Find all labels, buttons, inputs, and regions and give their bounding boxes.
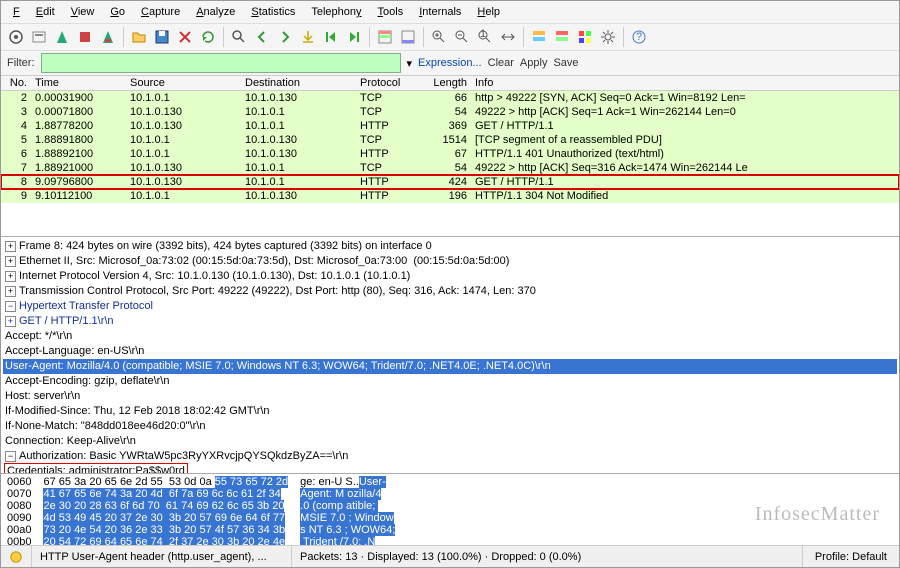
start-icon[interactable]: [51, 26, 73, 48]
col-protocol[interactable]: Protocol: [356, 76, 416, 90]
tree-ethernet[interactable]: +Ethernet II, Src: Microsof_0a:73:02 (00…: [3, 254, 897, 269]
status-packets: Packets: 13 · Displayed: 13 (100.0%) · D…: [292, 546, 803, 567]
interfaces-icon[interactable]: [5, 26, 27, 48]
menu-capture[interactable]: Capture: [133, 3, 188, 21]
restart-icon[interactable]: [97, 26, 119, 48]
table-row[interactable]: 41.8877820010.1.0.13010.1.0.1HTTP369GET …: [1, 119, 899, 133]
table-row[interactable]: 99.1011210010.1.0.110.1.0.130HTTP196HTTP…: [1, 189, 899, 203]
tree-tcp[interactable]: +Transmission Control Protocol, Src Port…: [3, 284, 897, 299]
packet-list-header: No. Time Source Destination Protocol Len…: [1, 76, 899, 91]
expand-icon[interactable]: +: [5, 256, 16, 267]
col-no[interactable]: No.: [1, 76, 31, 90]
packet-details[interactable]: +Frame 8: 424 bytes on wire (3392 bits),…: [1, 236, 899, 473]
tree-user-agent[interactable]: User-Agent: Mozilla/4.0 (compatible; MSI…: [3, 359, 897, 374]
expand-icon[interactable]: +: [5, 271, 16, 282]
stop-icon[interactable]: [74, 26, 96, 48]
tree-http[interactable]: −Hypertext Transfer Protocol: [3, 299, 897, 314]
jump-icon[interactable]: [297, 26, 319, 48]
menu-statistics[interactable]: Statistics: [243, 3, 303, 21]
open-icon[interactable]: [128, 26, 150, 48]
menu-file[interactable]: F: [5, 3, 28, 21]
tree-get[interactable]: +GET / HTTP/1.1\r\n: [3, 314, 897, 329]
expand-icon[interactable]: +: [5, 241, 16, 252]
table-row[interactable]: 71.8892100010.1.0.13010.1.0.1TCP5449222 …: [1, 161, 899, 175]
filter-dropdown-icon[interactable]: ▾: [407, 57, 413, 70]
help-icon[interactable]: ?: [628, 26, 650, 48]
expand-icon[interactable]: +: [5, 286, 16, 297]
status-profile[interactable]: Profile: Default: [803, 551, 899, 563]
tree-host[interactable]: Host: server\r\n: [3, 389, 897, 404]
reload-icon[interactable]: [197, 26, 219, 48]
table-row[interactable]: 20.0003190010.1.0.110.1.0.130TCP66http >…: [1, 91, 899, 105]
collapse-icon[interactable]: −: [5, 301, 16, 312]
menu-tools[interactable]: Tools: [370, 3, 412, 21]
tree-if-none-match[interactable]: If-None-Match: "848dd018ee46d20:0"\r\n: [3, 419, 897, 434]
status-field: HTTP User-Agent header (http.user_agent)…: [32, 546, 292, 567]
menu-help[interactable]: Help: [469, 3, 508, 21]
menu-bar: F Edit View Go Capture Analyze Statistic…: [1, 1, 899, 24]
tree-accept[interactable]: Accept: */*\r\n: [3, 329, 897, 344]
save-button[interactable]: Save: [553, 57, 578, 69]
zoom-reset-icon[interactable]: 1: [474, 26, 496, 48]
back-icon[interactable]: [251, 26, 273, 48]
find-icon[interactable]: [228, 26, 250, 48]
tree-ip[interactable]: +Internet Protocol Version 4, Src: 10.1.…: [3, 269, 897, 284]
goto-last-icon[interactable]: [343, 26, 365, 48]
goto-first-icon[interactable]: [320, 26, 342, 48]
autoscroll-icon[interactable]: [397, 26, 419, 48]
close-icon[interactable]: [174, 26, 196, 48]
hex-ascii: ge: en-U S..User- Agent: M ozilla/4 .0 (…: [294, 474, 401, 545]
svg-text:1: 1: [480, 29, 486, 40]
col-destination[interactable]: Destination: [241, 76, 356, 90]
menu-telephony[interactable]: Telephony: [303, 3, 369, 21]
clear-button[interactable]: Clear: [488, 57, 514, 69]
coloring-rules-icon[interactable]: [574, 26, 596, 48]
table-row[interactable]: 30.0007180010.1.0.13010.1.0.1TCP5449222 …: [1, 105, 899, 119]
menu-view[interactable]: View: [63, 3, 103, 21]
forward-icon[interactable]: [274, 26, 296, 48]
prefs-icon[interactable]: [597, 26, 619, 48]
col-length[interactable]: Length: [416, 76, 471, 90]
svg-text:?: ?: [636, 31, 642, 43]
status-icon[interactable]: [1, 546, 32, 567]
table-row[interactable]: 89.0979680010.1.0.13010.1.0.1HTTP424GET …: [1, 175, 899, 189]
filter-label: Filter:: [7, 57, 35, 69]
hex-bytes: 67 65 3a 20 65 6e 2d 55 53 0d 0a 55 73 6…: [37, 474, 294, 545]
filter-bar: Filter: ▾ Expression... Clear Apply Save: [1, 51, 899, 76]
displayfilters-icon[interactable]: [551, 26, 573, 48]
save-icon[interactable]: [151, 26, 173, 48]
apply-button[interactable]: Apply: [520, 57, 548, 69]
resize-cols-icon[interactable]: [497, 26, 519, 48]
hex-offsets: 0060 0070 0080 0090 00a0 00b0: [1, 474, 37, 545]
tree-frame[interactable]: +Frame 8: 424 bytes on wire (3392 bits),…: [3, 239, 897, 254]
packet-list[interactable]: No. Time Source Destination Protocol Len…: [1, 76, 899, 236]
tree-authorization[interactable]: −Authorization: Basic YWRtaW5pc3RyYXRvcj…: [3, 449, 897, 464]
menu-edit[interactable]: Edit: [28, 3, 63, 21]
col-time[interactable]: Time: [31, 76, 126, 90]
zoom-out-icon[interactable]: [451, 26, 473, 48]
expand-icon[interactable]: +: [5, 316, 16, 327]
col-source[interactable]: Source: [126, 76, 241, 90]
tree-accept-language[interactable]: Accept-Language: en-US\r\n: [3, 344, 897, 359]
filter-input[interactable]: [41, 53, 401, 73]
expression-link[interactable]: Expression...: [418, 57, 482, 69]
options-icon[interactable]: [28, 26, 50, 48]
menu-go[interactable]: Go: [102, 3, 133, 21]
menu-internals[interactable]: Internals: [411, 3, 469, 21]
colorize-icon[interactable]: [374, 26, 396, 48]
capturefilters-icon[interactable]: [528, 26, 550, 48]
status-bar: HTTP User-Agent header (http.user_agent)…: [1, 545, 899, 567]
toolbar: 1 ?: [1, 24, 899, 51]
hex-pane[interactable]: 0060 0070 0080 0090 00a0 00b0 67 65 3a 2…: [1, 473, 899, 545]
table-row[interactable]: 61.8889210010.1.0.110.1.0.130HTTP67HTTP/…: [1, 147, 899, 161]
tree-if-modified[interactable]: If-Modified-Since: Thu, 12 Feb 2018 18:0…: [3, 404, 897, 419]
menu-analyze[interactable]: Analyze: [188, 3, 243, 21]
table-row[interactable]: 51.8889180010.1.0.110.1.0.130TCP1514[TCP…: [1, 133, 899, 147]
zoom-in-icon[interactable]: [428, 26, 450, 48]
collapse-icon[interactable]: −: [5, 451, 16, 462]
col-info[interactable]: Info: [471, 76, 899, 90]
tree-accept-encoding[interactable]: Accept-Encoding: gzip, deflate\r\n: [3, 374, 897, 389]
tree-credentials[interactable]: Credentials: administrator:Pa$$w0rd: [3, 464, 897, 473]
tree-connection[interactable]: Connection: Keep-Alive\r\n: [3, 434, 897, 449]
